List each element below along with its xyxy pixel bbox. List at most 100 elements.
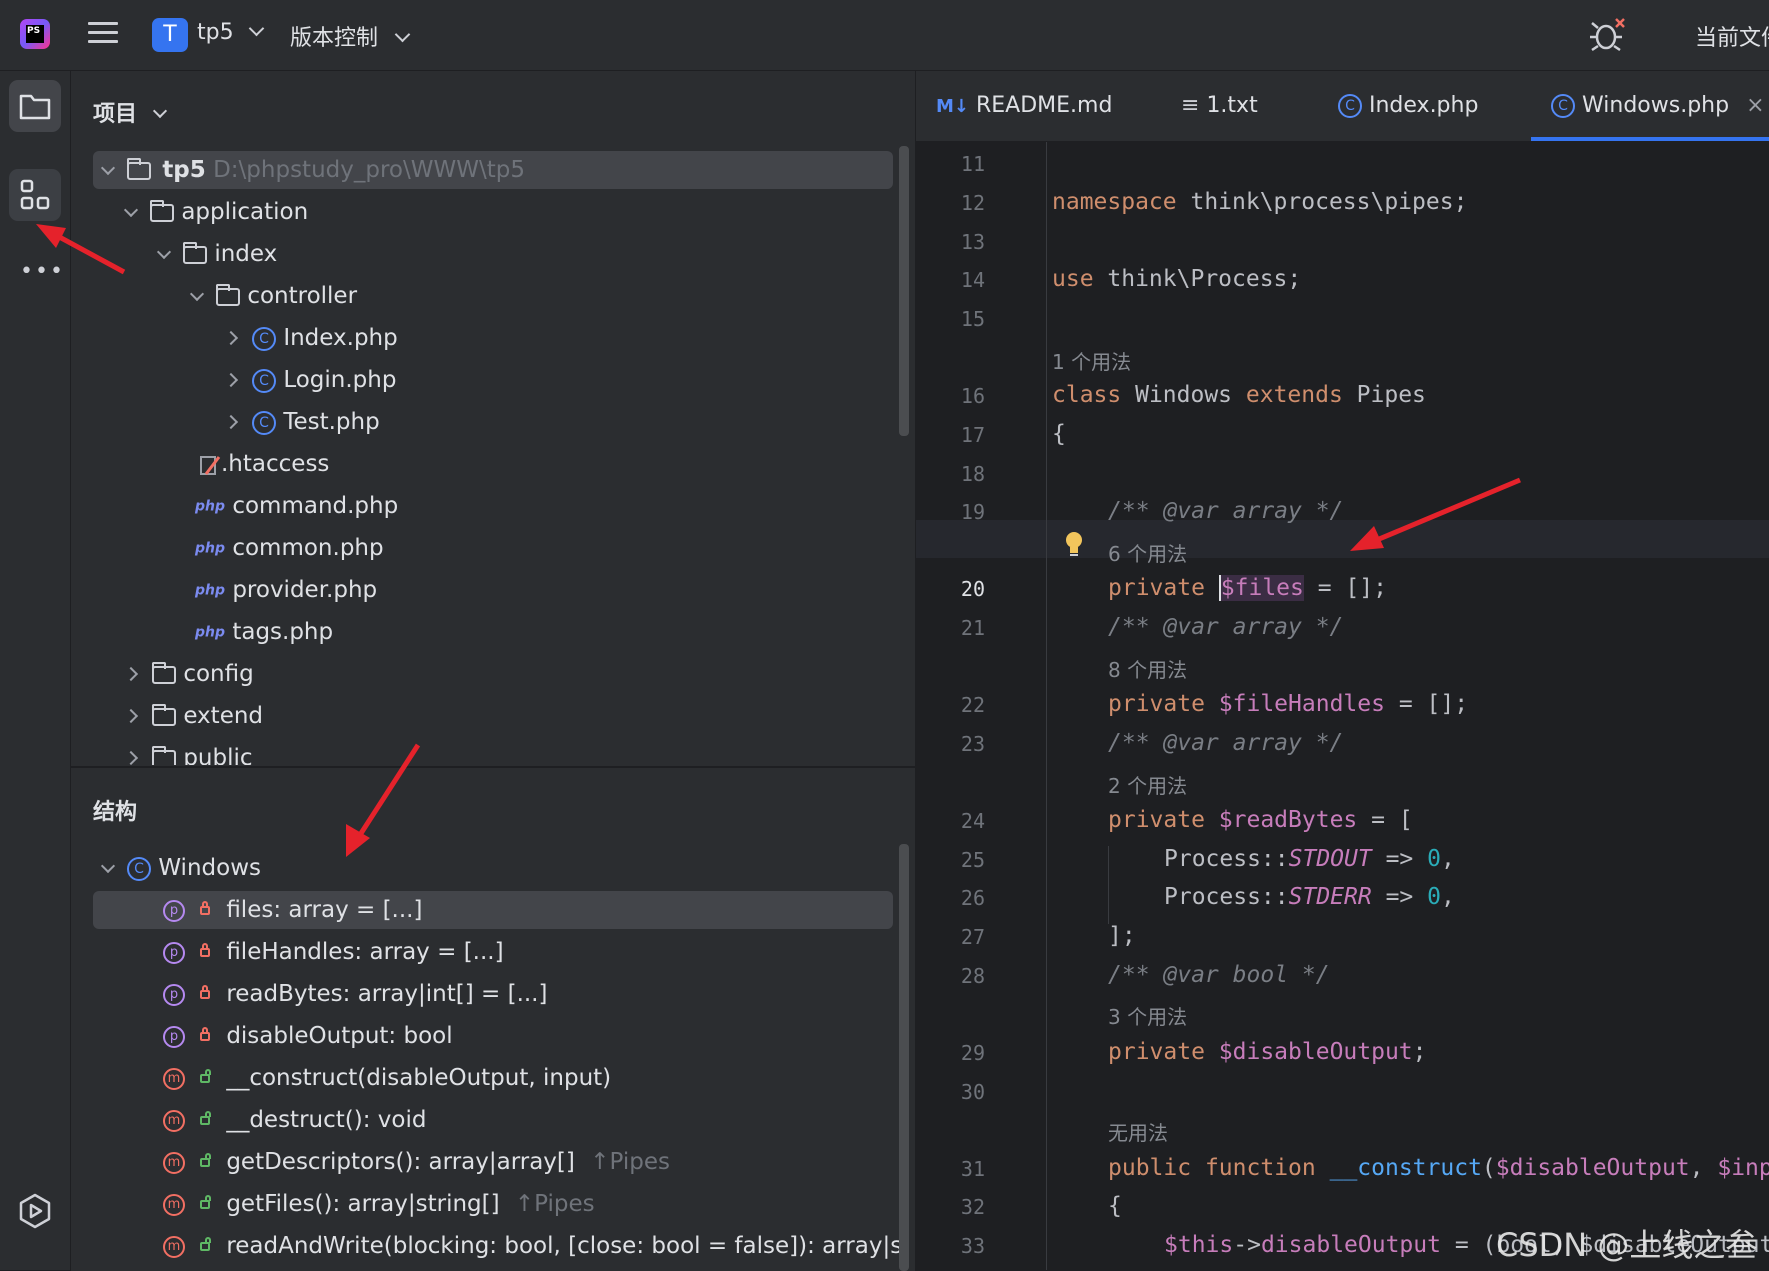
folder-icon	[150, 199, 174, 222]
tree-row-htaccess[interactable]: .htaccess	[199, 445, 329, 483]
project-switcher[interactable]: tp5	[197, 20, 264, 45]
public-unlock-icon	[200, 1195, 212, 1209]
close-tab-icon[interactable]: ×	[1746, 93, 1764, 118]
chevron-down-icon	[394, 26, 411, 43]
line-number: 11	[960, 152, 985, 176]
tree-row-tags-php[interactable]: php tags.php	[195, 613, 333, 651]
structure-member-row[interactable]: m readAndWrite(blocking: bool, [close: b…	[93, 1227, 903, 1265]
tree-label: index	[214, 241, 278, 267]
public-unlock-icon	[200, 1153, 212, 1167]
project-badge[interactable]: T	[152, 18, 188, 52]
tree-row-index[interactable]: index	[156, 235, 278, 273]
structure-member-row[interactable]: m __destruct(): void	[93, 1101, 426, 1139]
method-icon: m	[163, 1193, 185, 1216]
structure-member-row[interactable]: p readBytes: array|int[] = [...]	[93, 975, 547, 1013]
property-icon: p	[163, 1025, 185, 1048]
services-run-icon[interactable]	[16, 1192, 54, 1230]
tab-1-txt[interactable]: ≡ 1.txt	[1181, 71, 1258, 141]
class-icon: C	[1338, 94, 1362, 118]
tab-readme[interactable]: M↓ README.md	[936, 71, 1112, 141]
project-tool-button[interactable]	[9, 80, 61, 132]
phpstorm-logo-icon[interactable]: PS	[20, 19, 50, 49]
tree-row-common-php[interactable]: php common.php	[195, 529, 384, 567]
tree-label: controller	[247, 283, 358, 309]
line-number: 24	[960, 809, 985, 833]
line-number: 28	[960, 964, 985, 988]
tree-row-test-php[interactable]: C Test.php	[223, 403, 380, 441]
editor-area[interactable]	[916, 71, 1769, 1270]
chevron-right-icon[interactable]	[223, 414, 239, 430]
tree-row-config[interactable]: config	[123, 655, 254, 693]
chevron-right-icon[interactable]	[123, 708, 139, 724]
project-panel: 项目 tp5 D:\phpstudy_pro\WWW\tp5 applicati…	[71, 71, 915, 766]
structure-member-row[interactable]: m __construct(disableOutput, input)	[93, 1059, 611, 1097]
class-icon: C	[127, 856, 151, 881]
project-scrollbar[interactable]	[899, 146, 909, 436]
chevron-right-icon[interactable]	[126, 750, 139, 765]
usage-hint[interactable]: 2 个用法	[1108, 770, 1187, 799]
code-comment: /** @var bool */	[1108, 962, 1330, 988]
tree-label: .htaccess	[221, 451, 330, 477]
chevron-down-icon[interactable]	[123, 202, 139, 218]
tree-row-extend[interactable]: extend	[123, 697, 263, 735]
tree-row-command-php[interactable]: php command.php	[195, 487, 398, 525]
line-number: 23	[960, 732, 985, 756]
method-icon: m	[163, 1067, 185, 1090]
chevron-down-icon[interactable]	[156, 244, 172, 260]
structure-member-row[interactable]: m getDescriptors(): array|array[] ↑Pipes	[93, 1143, 670, 1181]
tree-row-provider-php[interactable]: php provider.php	[195, 571, 377, 609]
main-menu-icon[interactable]	[88, 22, 118, 48]
debug-bug-icon[interactable]	[1588, 16, 1628, 52]
chevron-right-icon[interactable]	[123, 666, 139, 682]
member-label: getFiles(): array|string[]	[226, 1191, 500, 1217]
chevron-down-icon[interactable]	[100, 858, 116, 874]
structure-member-row[interactable]: p files: array = [...]	[93, 891, 893, 929]
php-file-icon: php	[195, 582, 226, 599]
line-number: 31	[960, 1157, 985, 1181]
method-icon: m	[163, 1151, 185, 1174]
chevron-down-icon[interactable]	[189, 286, 205, 302]
more-tools-icon[interactable]: •••	[20, 259, 65, 284]
usage-hint[interactable]: 3 个用法	[1108, 1001, 1187, 1030]
line-number: 25	[960, 848, 985, 872]
tree-label: tags.php	[232, 619, 334, 645]
indent-guide	[1108, 846, 1109, 924]
class-name: Windows	[158, 855, 261, 881]
structure-member-row[interactable]: p disableOutput: bool	[93, 1017, 453, 1055]
vcs-menu[interactable]: 版本控制	[290, 20, 411, 52]
tree-row-controller[interactable]: controller	[189, 277, 358, 315]
project-panel-header[interactable]: 项目	[93, 96, 167, 128]
structure-scrollbar[interactable]	[899, 844, 909, 1271]
usage-hint[interactable]: 8 个用法	[1108, 654, 1187, 683]
tree-row-login-php[interactable]: C Login.php	[223, 361, 396, 399]
structure-member-row[interactable]: m getFiles(): array|string[] ↑Pipes	[93, 1185, 595, 1223]
chevron-right-icon[interactable]	[223, 330, 239, 346]
inherited-from: ↑Pipes	[514, 1191, 595, 1217]
tree-row-application[interactable]: application	[123, 193, 308, 231]
php-file-icon: php	[195, 498, 226, 515]
markdown-icon: M↓	[936, 96, 969, 117]
chevron-right-icon[interactable]	[223, 372, 239, 388]
tree-row-index-php[interactable]: C Index.php	[223, 319, 398, 357]
tree-label: provider.php	[232, 577, 378, 603]
structure-panel: 结构 C Windows p files: array = [...] p fi…	[71, 767, 915, 1271]
usage-hint[interactable]: 无用法	[1108, 1117, 1168, 1146]
member-label: files: array = [...]	[226, 897, 423, 923]
usage-hint[interactable]: 1 个用法	[1052, 346, 1131, 375]
tree-row-root[interactable]: tp5 D:\phpstudy_pro\WWW\tp5	[93, 151, 893, 189]
structure-class-row[interactable]: C Windows	[97, 849, 261, 887]
tab-windows-php[interactable]: C Windows.php ×	[1531, 71, 1769, 141]
usage-hint[interactable]: 6 个用法	[1108, 538, 1187, 567]
code-line: private $fileHandles = [];	[1108, 691, 1469, 717]
lightbulb-icon[interactable]	[1064, 530, 1084, 558]
method-icon: m	[163, 1109, 185, 1132]
tree-row-public[interactable]: public	[126, 739, 253, 765]
tab-index-php[interactable]: C Index.php	[1338, 71, 1478, 141]
chevron-down-icon	[248, 20, 264, 37]
run-config-selector[interactable]: 当前文件	[1695, 20, 1769, 52]
structure-member-row[interactable]: p fileHandles: array = [...]	[93, 933, 504, 971]
chevron-down-icon[interactable]	[100, 160, 116, 176]
code-line: Process::STDOUT => 0,	[1164, 846, 1455, 872]
structure-tool-button[interactable]	[9, 169, 61, 221]
private-lock-icon	[200, 1027, 211, 1041]
